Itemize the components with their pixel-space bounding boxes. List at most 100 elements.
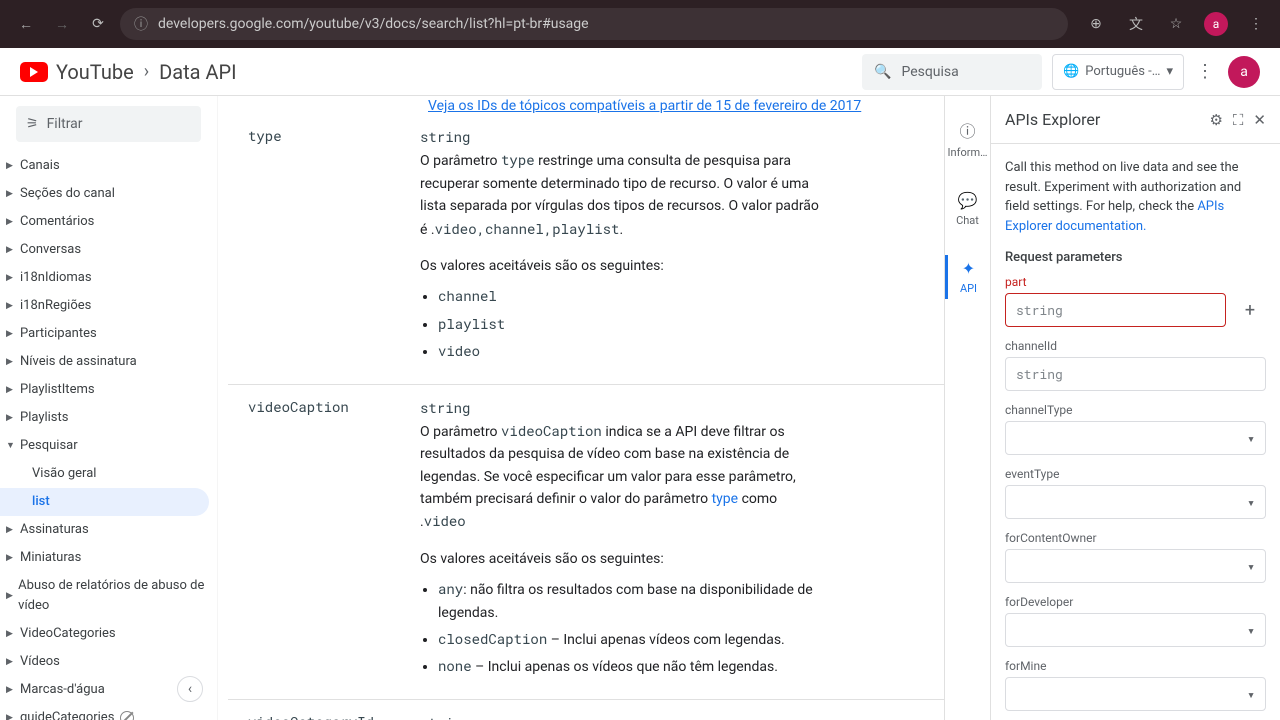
chevron-down-icon: ▾ [1247,685,1255,703]
sidebar-item[interactable]: ▶VideoCategories [0,620,217,648]
param-name-cell: type [228,114,420,384]
sidebar-item[interactable]: ▶Vídeos [0,648,217,676]
expand-arrow-icon: ▶ [6,268,18,288]
collapse-sidebar-button[interactable]: ‹ [177,676,203,702]
explorer-param-label: forContentOwner [1005,531,1266,545]
sidebar-item[interactable]: ▶Seções do canal [0,180,217,208]
profile-avatar-chrome[interactable]: a [1204,12,1228,36]
sidebar-item-label: guideCategories [20,708,114,720]
sidebar-item[interactable]: ▼Pesquisar [0,432,217,460]
back-button[interactable]: ← [12,10,40,38]
sidebar-item[interactable]: ▶i18nRegiões [0,292,217,320]
breadcrumb-chevron-icon: › [144,61,149,82]
filter-icon: ⚞ [26,116,39,132]
more-menu-icon[interactable]: ⋮ [1196,61,1214,82]
explorer-param-label: channelType [1005,403,1266,417]
expand-arrow-icon: ▶ [6,408,18,428]
sidebar-item[interactable]: list [0,488,209,516]
sidebar-item[interactable]: ▶Miniaturas [0,544,217,572]
search-input[interactable]: 🔍 Pesquisa [862,54,1042,90]
explorer-param-select[interactable]: ▾ [1005,485,1266,519]
sidebar-item-label: Comentários [20,212,94,232]
chevron-down-icon: ▾ [1247,493,1255,511]
filter-input[interactable]: ⚞ Filtrar [16,106,201,142]
expand-arrow-icon: ▶ [6,586,16,606]
language-label: Português -… [1085,64,1160,79]
explorer-param-input[interactable]: string [1005,357,1266,391]
explorer-param-field: part string+ [1005,275,1266,327]
sidebar-item[interactable]: ▶Abuso de relatórios de abuso de vídeo [0,572,217,620]
sidebar-item[interactable]: ▶Playlists [0,404,217,432]
sidebar-item-label: i18nRegiões [20,296,91,316]
explorer-param-field: forMine▾ [1005,659,1266,711]
chat-icon: 💬 [958,191,978,210]
info-label: Inform… [948,146,988,159]
request-params-heading: Request parameters [1005,250,1266,265]
sidebar-item[interactable]: ▶Canais [0,152,217,180]
param-name-cell: videoCaption [228,385,420,699]
explorer-param-label: eventType [1005,467,1266,481]
url-text: developers.google.com/youtube/v3/docs/se… [158,16,589,32]
sidebar-item[interactable]: ▶PlaylistItems [0,376,217,404]
sidebar-item[interactable]: ▶Assinaturas [0,516,217,544]
chevron-down-icon: ▾ [1247,429,1255,447]
explorer-param-select[interactable]: ▾ [1005,677,1266,711]
youtube-icon [20,62,48,82]
bookmark-icon[interactable]: ☆ [1164,12,1188,36]
expand-arrow-icon: ▶ [6,548,18,568]
explorer-param-select[interactable]: ▾ [1005,613,1266,647]
sidebar-item[interactable]: ▶Níveis de assinatura [0,348,217,376]
expand-arrow-icon: ▶ [6,240,18,260]
param-desc-cell: stringO parâmetro videoCaption indica se… [420,385,850,699]
param-desc-cell: stringO parâmetro type restringe uma con… [420,114,850,384]
expand-arrow-icon: ▶ [6,520,18,540]
param-row: videoCaptionstringO parâmetro videoCapti… [228,384,944,699]
sidebar-item-label: Níveis de assinatura [20,352,137,372]
gear-icon[interactable]: ⚙ [1209,111,1222,129]
forward-button[interactable]: → [48,10,76,38]
install-app-icon[interactable]: ⊕ [1084,12,1108,36]
chevron-down-icon: ▾ [1247,557,1255,575]
sidebar-item[interactable]: ▶guideCategories [0,704,217,720]
add-param-button[interactable]: + [1234,294,1266,326]
sidebar-item-label: VideoCategories [20,624,116,644]
api-label: API [960,282,977,295]
fullscreen-icon[interactable]: ⛶ [1233,111,1244,129]
explorer-param-field: eventType ▾ [1005,467,1266,519]
sidebar-item-label: i18nIdiomas [20,268,92,288]
explorer-param-input[interactable]: string [1005,293,1226,327]
url-bar[interactable]: ⓘ developers.google.com/youtube/v3/docs/… [120,8,1068,40]
sidebar-item[interactable]: ▶Conversas [0,236,217,264]
expand-arrow-icon: ▶ [6,652,18,672]
translate-icon[interactable]: 文 [1124,12,1148,36]
sidebar-item[interactable]: ▶Comentários [0,208,217,236]
close-icon[interactable]: ✕ [1253,111,1266,129]
expand-arrow-icon: ▶ [6,380,18,400]
logo[interactable]: YouTube [20,60,134,84]
expand-arrow-icon: ▶ [6,212,18,232]
inline-link[interactable]: type [712,491,739,507]
language-select[interactable]: 🌐 Português -… ▾ [1052,54,1184,90]
chat-tab[interactable]: 💬 Chat [945,187,990,231]
sidebar-item-label: Pesquisar [20,436,78,456]
explorer-param-field: channelType ▾ [1005,403,1266,455]
globe-icon: 🌐 [1063,64,1079,79]
explorer-param-label: part [1005,275,1266,289]
avatar[interactable]: a [1228,56,1260,88]
expand-arrow-icon: ▶ [6,708,18,720]
explorer-param-select[interactable]: ▾ [1005,421,1266,455]
api-tab[interactable]: ✦ API [945,255,990,299]
expand-arrow-icon: ▶ [6,680,18,700]
explorer-param-select[interactable]: ▾ [1005,549,1266,583]
refresh-button[interactable]: ⟳ [84,10,112,38]
page-title[interactable]: Data API [159,60,237,84]
sidebar-item[interactable]: ▶Participantes [0,320,217,348]
sidebar-item[interactable]: ▶i18nIdiomas [0,264,217,292]
info-tab[interactable]: ⓘ Inform… [945,114,990,163]
explorer-param-field: forDeveloper▾ [1005,595,1266,647]
param-row: videoCategoryIdstringO parâmetro videoCa… [228,699,944,720]
sidebar-item[interactable]: Visão geral [0,460,217,488]
chrome-menu-icon[interactable]: ⋮ [1244,12,1268,36]
param-desc-cell: stringO parâmetro videoCategoryId filtra… [420,700,850,720]
sidebar-item-label: Conversas [20,240,81,260]
